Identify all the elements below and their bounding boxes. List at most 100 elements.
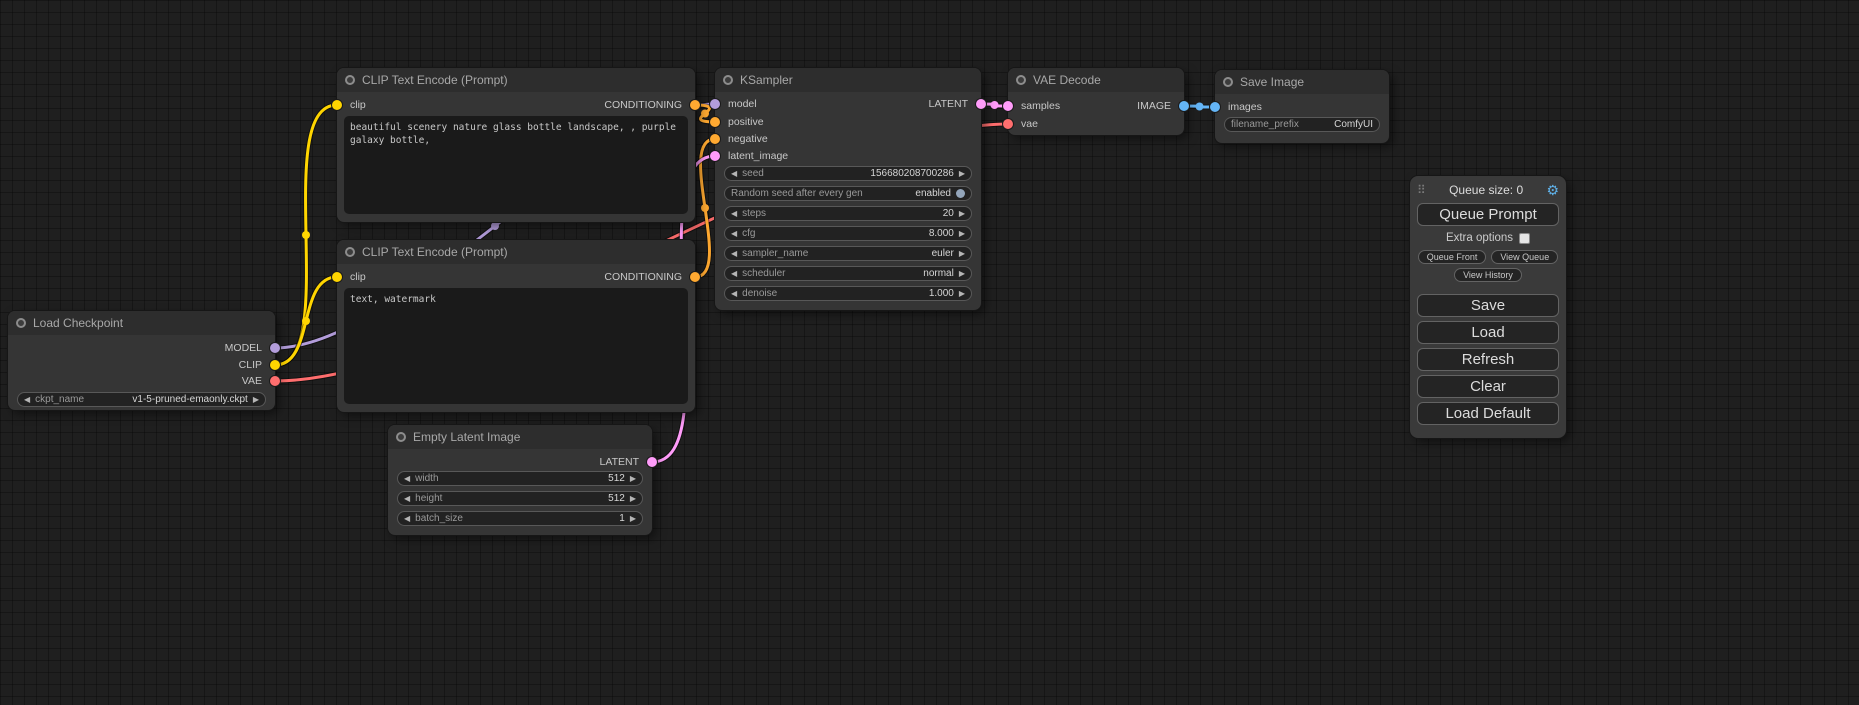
- node-titlebar[interactable]: Empty Latent Image: [388, 425, 652, 449]
- increment-arrow-icon[interactable]: ▶: [959, 230, 965, 238]
- refresh-button[interactable]: Refresh: [1417, 348, 1559, 371]
- input-slot-model[interactable]: model: [715, 97, 757, 111]
- slot-dot-conditioning[interactable]: [690, 100, 700, 110]
- slot-dot-clip[interactable]: [332, 272, 342, 282]
- slot-dot-conditioning[interactable]: [710, 134, 720, 144]
- view-history-button[interactable]: View History: [1454, 268, 1522, 282]
- clear-button[interactable]: Clear: [1417, 375, 1559, 398]
- increment-arrow-icon[interactable]: ▶: [959, 290, 965, 298]
- decrement-arrow-icon[interactable]: ◀: [731, 290, 737, 298]
- slot-dot-conditioning[interactable]: [710, 117, 720, 127]
- node-ksampler[interactable]: KSampler model positive negative latent_…: [715, 68, 981, 310]
- slot-dot-latent[interactable]: [1003, 101, 1013, 111]
- decrement-arrow-icon[interactable]: ◀: [404, 515, 410, 523]
- widget-filename-prefix[interactable]: filename_prefix ComfyUI: [1224, 117, 1380, 132]
- widget-steps[interactable]: ◀ steps 20 ▶: [724, 206, 972, 221]
- slot-dot-image[interactable]: [1179, 101, 1189, 111]
- widget-scheduler[interactable]: ◀ scheduler normal ▶: [724, 266, 972, 281]
- slot-dot-latent[interactable]: [976, 99, 986, 109]
- widget-height[interactable]: ◀ height 512 ▶: [397, 491, 643, 506]
- widget-sampler-name[interactable]: ◀ sampler_name euler ▶: [724, 246, 972, 261]
- collapse-dot-icon[interactable]: [1223, 77, 1233, 87]
- decrement-arrow-icon[interactable]: ◀: [731, 250, 737, 258]
- increment-arrow-icon[interactable]: ▶: [959, 210, 965, 218]
- slot-dot-image[interactable]: [1210, 102, 1220, 112]
- widget-ckpt-name[interactable]: ◀ ckpt_name v1-5-pruned-emaonly.ckpt ▶: [17, 392, 266, 407]
- node-titlebar[interactable]: CLIP Text Encode (Prompt): [337, 240, 695, 264]
- output-slot-vae[interactable]: VAE: [242, 374, 275, 388]
- prompt-textarea[interactable]: beautiful scenery nature glass bottle la…: [344, 116, 688, 214]
- widget-seed[interactable]: ◀ seed 156680208700286 ▶: [724, 166, 972, 181]
- input-slot-samples[interactable]: samples: [1008, 99, 1060, 113]
- node-titlebar[interactable]: Save Image: [1215, 70, 1389, 94]
- drag-handle-icon[interactable]: ⠿: [1417, 184, 1426, 196]
- slot-dot-model[interactable]: [270, 343, 280, 353]
- save-button[interactable]: Save: [1417, 294, 1559, 317]
- decrement-arrow-icon[interactable]: ◀: [731, 230, 737, 238]
- increment-arrow-icon[interactable]: ▶: [253, 396, 259, 404]
- increment-arrow-icon[interactable]: ▶: [959, 270, 965, 278]
- slot-dot-model[interactable]: [710, 99, 720, 109]
- increment-arrow-icon[interactable]: ▶: [630, 515, 636, 523]
- slot-dot-clip[interactable]: [270, 360, 280, 370]
- increment-arrow-icon[interactable]: ▶: [630, 495, 636, 503]
- input-slot-images[interactable]: images: [1215, 100, 1262, 114]
- output-slot-clip[interactable]: CLIP: [239, 358, 275, 372]
- comfyui-canvas[interactable]: { "icons": { "left_arrow": "◀", "right_a…: [0, 0, 1859, 705]
- toggle-dot[interactable]: [956, 189, 965, 198]
- node-clip-text-encode-negative[interactable]: CLIP Text Encode (Prompt) clip CONDITION…: [337, 240, 695, 412]
- output-slot-model[interactable]: MODEL: [225, 341, 275, 355]
- node-titlebar[interactable]: VAE Decode: [1008, 68, 1184, 92]
- prompt-textarea[interactable]: text, watermark: [344, 288, 688, 404]
- node-empty-latent-image[interactable]: Empty Latent Image LATENT ◀ width 512 ▶ …: [388, 425, 652, 535]
- output-slot-latent[interactable]: LATENT: [600, 455, 652, 469]
- load-default-button[interactable]: Load Default: [1417, 402, 1559, 425]
- input-slot-positive[interactable]: positive: [715, 115, 764, 129]
- node-vae-decode[interactable]: VAE Decode samples vae IMAGE: [1008, 68, 1184, 135]
- node-titlebar[interactable]: KSampler: [715, 68, 981, 92]
- input-slot-clip[interactable]: clip: [337, 98, 366, 112]
- widget-cfg[interactable]: ◀ cfg 8.000 ▶: [724, 226, 972, 241]
- node-save-image[interactable]: Save Image images filename_prefix ComfyU…: [1215, 70, 1389, 143]
- node-titlebar[interactable]: CLIP Text Encode (Prompt): [337, 68, 695, 92]
- slot-dot-vae[interactable]: [1003, 119, 1013, 129]
- decrement-arrow-icon[interactable]: ◀: [404, 475, 410, 483]
- decrement-arrow-icon[interactable]: ◀: [731, 170, 737, 178]
- increment-arrow-icon[interactable]: ▶: [959, 170, 965, 178]
- collapse-dot-icon[interactable]: [1016, 75, 1026, 85]
- output-slot-image[interactable]: IMAGE: [1137, 99, 1184, 113]
- collapse-dot-icon[interactable]: [16, 318, 26, 328]
- node-clip-text-encode-positive[interactable]: CLIP Text Encode (Prompt) clip CONDITION…: [337, 68, 695, 222]
- slot-dot-latent[interactable]: [647, 457, 657, 467]
- slot-dot-latent[interactable]: [710, 151, 720, 161]
- load-button[interactable]: Load: [1417, 321, 1559, 344]
- output-slot-conditioning[interactable]: CONDITIONING: [604, 270, 695, 284]
- extra-options-checkbox[interactable]: [1519, 233, 1530, 244]
- queue-prompt-button[interactable]: Queue Prompt: [1417, 203, 1559, 226]
- widget-width[interactable]: ◀ width 512 ▶: [397, 471, 643, 486]
- queue-front-button[interactable]: Queue Front: [1418, 250, 1487, 264]
- output-slot-conditioning[interactable]: CONDITIONING: [604, 98, 695, 112]
- node-load-checkpoint[interactable]: Load Checkpoint MODEL CLIP VAE ◀ ckpt_na…: [8, 311, 275, 410]
- decrement-arrow-icon[interactable]: ◀: [404, 495, 410, 503]
- collapse-dot-icon[interactable]: [345, 75, 355, 85]
- collapse-dot-icon[interactable]: [723, 75, 733, 85]
- slot-dot-clip[interactable]: [332, 100, 342, 110]
- widget-random-seed-toggle[interactable]: Random seed after every gen enabled: [724, 186, 972, 201]
- node-titlebar[interactable]: Load Checkpoint: [8, 311, 275, 335]
- input-slot-clip[interactable]: clip: [337, 270, 366, 284]
- widget-denoise[interactable]: ◀ denoise 1.000 ▶: [724, 286, 972, 301]
- input-slot-vae[interactable]: vae: [1008, 117, 1038, 131]
- increment-arrow-icon[interactable]: ▶: [630, 475, 636, 483]
- input-slot-negative[interactable]: negative: [715, 132, 768, 146]
- input-slot-latent-image[interactable]: latent_image: [715, 149, 788, 163]
- output-slot-latent[interactable]: LATENT: [929, 97, 981, 111]
- widget-batch-size[interactable]: ◀ batch_size 1 ▶: [397, 511, 643, 526]
- slot-dot-vae[interactable]: [270, 376, 280, 386]
- view-queue-button[interactable]: View Queue: [1491, 250, 1558, 264]
- collapse-dot-icon[interactable]: [396, 432, 406, 442]
- slot-dot-conditioning[interactable]: [690, 272, 700, 282]
- decrement-arrow-icon[interactable]: ◀: [731, 210, 737, 218]
- collapse-dot-icon[interactable]: [345, 247, 355, 257]
- settings-gear-icon[interactable]: ⚙: [1546, 183, 1559, 197]
